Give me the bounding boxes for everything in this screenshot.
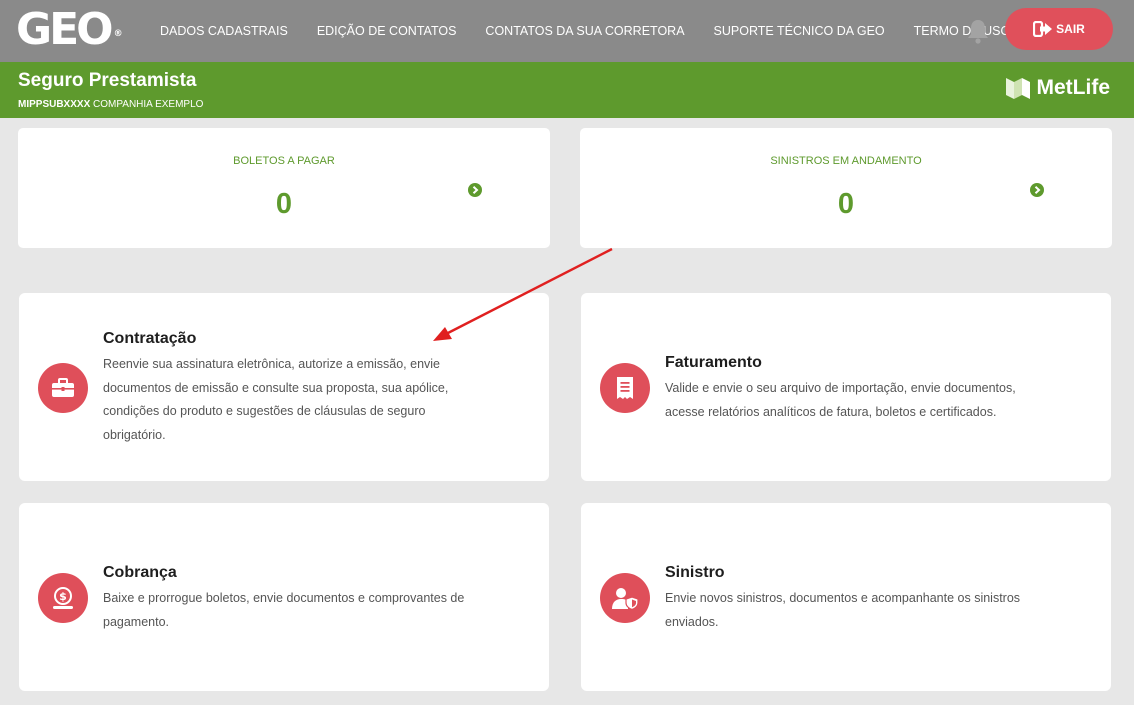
card-title: Sinistro (665, 564, 725, 581)
logout-label: SAIR (1056, 22, 1085, 36)
stat-label: BOLETOS A PAGAR (233, 155, 335, 167)
card-description: Envie novos sinistros, documentos e acom… (665, 591, 1021, 629)
stat-label: SINISTROS EM ANDAMENTO (770, 155, 922, 167)
metlife-logo: MetLife (1005, 76, 1111, 100)
policy-code: MIPPSUBXXXX (18, 99, 91, 110)
faturamento-card[interactable]: Faturamento Valide e envie o seu arquivo… (581, 293, 1111, 481)
metlife-wordmark: MetLife (1036, 76, 1111, 99)
sign-out-icon (1033, 21, 1053, 37)
nav-dados-cadastrais[interactable]: DADOS CADASTRAIS (160, 24, 288, 38)
sinistro-card[interactable]: Sinistro Envie novos sinistros, document… (581, 503, 1111, 691)
product-title: Seguro Prestamista (18, 70, 197, 91)
receipt-icon (600, 363, 650, 413)
card-title: Faturamento (665, 354, 762, 371)
main-nav: DADOS CADASTRAIS EDIÇÃO DE CONTATOS CONT… (160, 0, 1039, 62)
company-name: COMPANHIA EXEMPLO (93, 99, 204, 110)
contratacao-card[interactable]: Contratação Reenvie sua assinatura eletr… (19, 293, 549, 481)
logout-button[interactable]: SAIR (1005, 8, 1113, 50)
geo-logo[interactable]: GEO ® (16, 6, 123, 54)
metlife-m-icon (1005, 78, 1030, 99)
sinistros-em-andamento-card[interactable]: SINISTROS EM ANDAMENTO 0 (580, 128, 1112, 248)
card-description: Valide e envie o seu arquivo de importaç… (665, 381, 1016, 419)
cobranca-card[interactable]: $ Cobrança Baixe e prorrogue boletos, en… (19, 503, 549, 691)
nav-suporte-tecnico[interactable]: SUPORTE TÉCNICO DA GEO (714, 24, 885, 38)
card-description: Reenvie sua assinatura eletrônica, autor… (103, 357, 449, 442)
card-title: Contratação (103, 330, 197, 347)
product-subline: MIPPSUBXXXX COMPANHIA EXEMPLO (18, 99, 203, 110)
nav-contatos-corretora[interactable]: CONTATOS DA SUA CORRETORA (485, 24, 684, 38)
briefcase-icon (38, 363, 88, 413)
user-shield-icon (600, 573, 650, 623)
chevron-right-circle-icon[interactable] (468, 183, 482, 197)
product-header: Seguro Prestamista MIPPSUBXXXX COMPANHIA… (0, 62, 1134, 118)
bell-icon[interactable] (966, 18, 990, 44)
nav-termo-de-uso[interactable]: TERMO DE USO (914, 24, 1011, 38)
top-navigation-bar: GEO ® DADOS CADASTRAIS EDIÇÃO DE CONTATOS… (0, 0, 1134, 62)
dollar-coin-icon: $ (38, 573, 88, 623)
nav-edicao-de-contatos[interactable]: EDIÇÃO DE CONTATOS (317, 24, 457, 38)
svg-text:$: $ (59, 590, 67, 603)
card-description: Baixe e prorrogue boletos, envie documen… (103, 591, 465, 629)
boletos-a-pagar-card[interactable]: BOLETOS A PAGAR 0 (18, 128, 550, 248)
chevron-right-circle-icon[interactable] (1030, 183, 1044, 197)
card-title: Cobrança (103, 564, 177, 581)
